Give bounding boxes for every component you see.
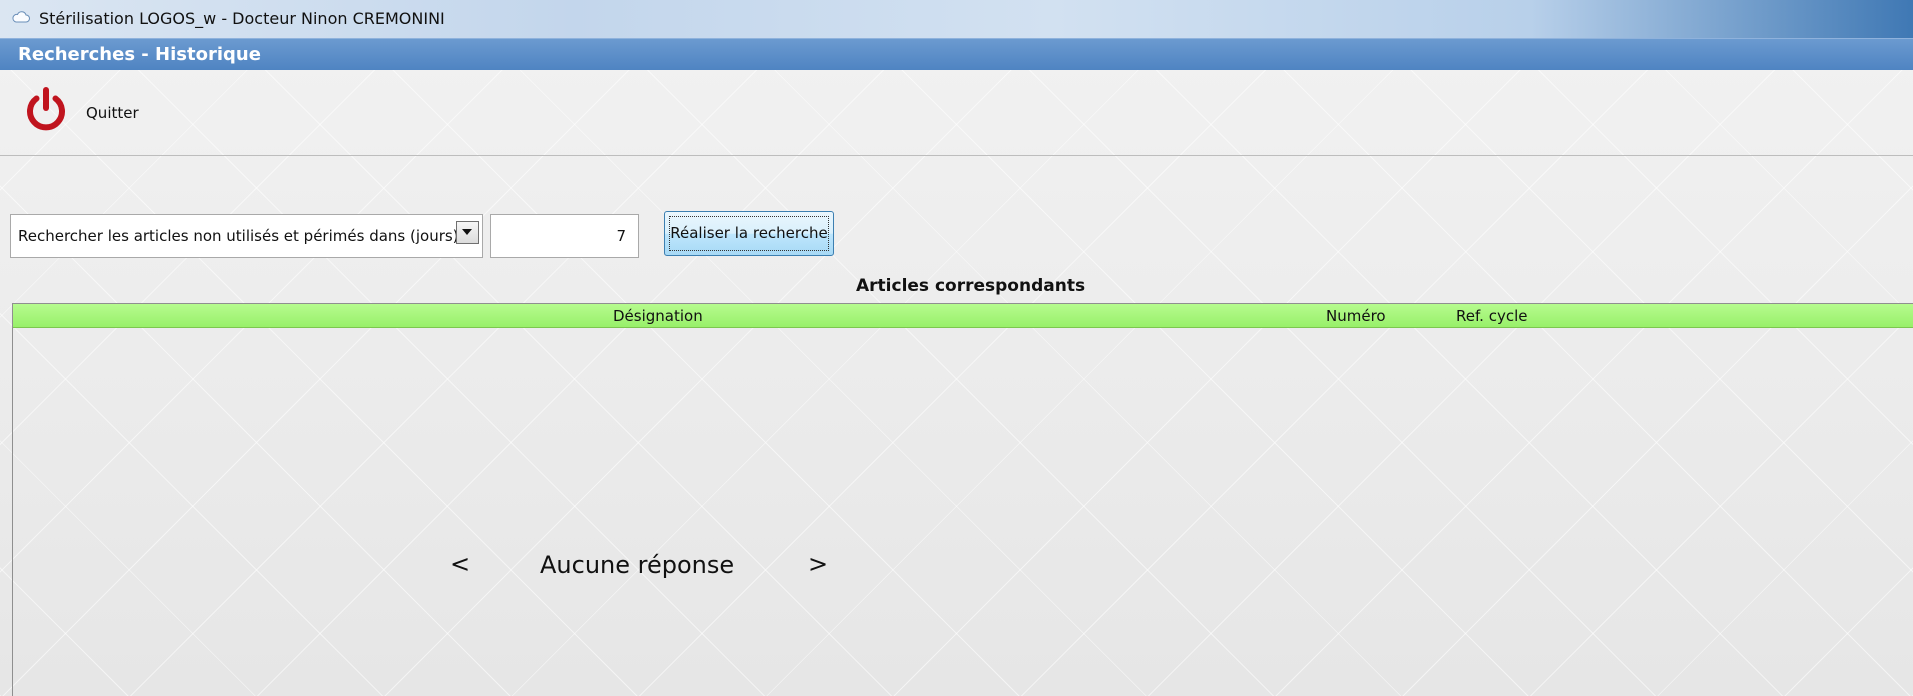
window-titlebar: Stérilisation LOGOS_w - Docteur Ninon CR… <box>0 0 1913 38</box>
search-criteria-value: Rechercher les articles non utilisés et … <box>18 227 469 245</box>
dropdown-button[interactable] <box>456 221 479 244</box>
results-table[interactable]: Désignation Numéro Ref. cycle < Aucune r… <box>12 303 1913 696</box>
column-header-designation[interactable]: Désignation <box>613 307 703 325</box>
results-title: Articles correspondants <box>856 276 1086 296</box>
power-icon <box>27 87 65 131</box>
divider <box>0 155 1913 156</box>
quit-label: Quitter <box>86 104 139 122</box>
next-button[interactable]: > <box>808 550 828 578</box>
column-header-numero[interactable]: Numéro <box>1326 307 1386 325</box>
page-header: Recherches - Historique <box>0 38 1913 70</box>
chevron-down-icon <box>462 229 472 235</box>
search-criteria-select[interactable]: Rechercher les articles non utilisés et … <box>10 214 483 258</box>
days-input[interactable]: 7 <box>490 214 639 258</box>
run-search-button[interactable]: Réaliser la recherche <box>664 211 834 256</box>
empty-results-message: Aucune réponse <box>540 551 735 579</box>
quit-button[interactable]: Quitter <box>22 86 152 136</box>
table-header: Désignation Numéro Ref. cycle <box>13 304 1913 328</box>
run-search-label: Réaliser la recherche <box>670 224 828 242</box>
column-header-ref-cycle[interactable]: Ref. cycle <box>1456 307 1527 325</box>
window-title: Stérilisation LOGOS_w - Docteur Ninon CR… <box>39 9 445 28</box>
page-title: Recherches - Historique <box>18 44 261 65</box>
previous-button[interactable]: < <box>450 550 470 578</box>
cloud-icon <box>12 11 30 23</box>
